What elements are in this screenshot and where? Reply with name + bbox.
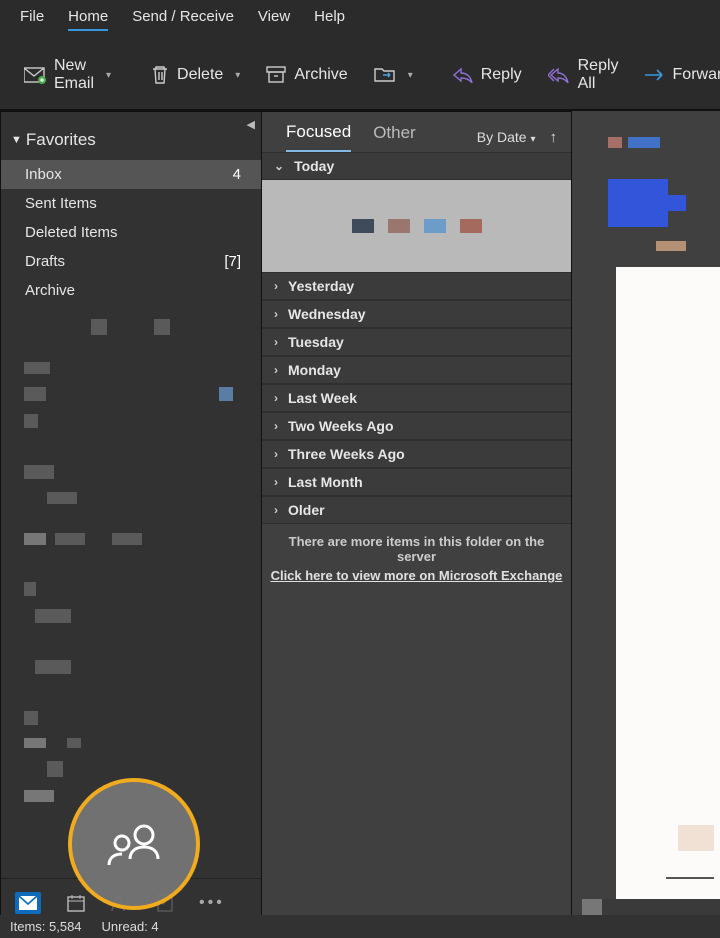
menu-file[interactable]: File: [20, 8, 44, 31]
trash-icon: [151, 65, 169, 85]
menu-view[interactable]: View: [258, 8, 290, 31]
chevron-right-icon: ›: [274, 307, 278, 321]
chevron-right-icon: ›: [274, 363, 278, 377]
favorites-label: Favorites: [26, 130, 96, 150]
folder-drafts[interactable]: Drafts 7: [1, 247, 261, 276]
chevron-down-icon[interactable]: ▾: [408, 70, 413, 81]
reply-all-icon: [548, 67, 570, 83]
message-list-pane: Focused Other By Date ▾ ↑ ⌄ Today › Yeste…: [262, 111, 572, 927]
group-last-month[interactable]: › Last Month: [262, 468, 571, 496]
sort-direction-icon[interactable]: ↑: [550, 129, 558, 146]
tab-focused[interactable]: Focused: [286, 122, 351, 152]
group-older[interactable]: › Older: [262, 496, 571, 524]
archive-icon: [266, 66, 286, 84]
forward-label: Forward: [673, 66, 720, 84]
reply-icon: [453, 67, 473, 83]
folder-deleted-items[interactable]: Deleted Items: [1, 218, 261, 247]
chevron-right-icon: ›: [274, 475, 278, 489]
chevron-right-icon: ›: [274, 419, 278, 433]
folder-sent-items[interactable]: Sent Items: [1, 189, 261, 218]
highlight-people-module: [68, 778, 200, 910]
folder-label: Inbox: [25, 166, 62, 183]
new-email-icon: [24, 66, 46, 84]
group-label: Monday: [288, 362, 341, 378]
reply-all-label: Reply All: [578, 57, 619, 93]
move-button[interactable]: ▾: [364, 60, 423, 90]
reply-all-button[interactable]: Reply All: [538, 51, 629, 99]
sort-by-date[interactable]: By Date ▾: [477, 129, 536, 145]
group-label: Yesterday: [288, 278, 354, 294]
chevron-right-icon: ›: [274, 447, 278, 461]
chevron-right-icon: ›: [274, 391, 278, 405]
group-label: Today: [294, 158, 334, 174]
group-label: Last Week: [288, 390, 357, 406]
status-bar: Items: 5,584 Unread: 4: [0, 915, 720, 938]
folder-label: Sent Items: [25, 195, 97, 212]
collapse-pane-icon[interactable]: ◀: [247, 118, 255, 131]
folder-inbox[interactable]: Inbox 4: [1, 160, 261, 189]
new-email-button[interactable]: New Email ▾: [14, 51, 121, 99]
folder-label: Drafts: [25, 253, 65, 270]
tab-other[interactable]: Other: [373, 123, 416, 151]
group-label: Tuesday: [288, 334, 344, 350]
delete-label: Delete: [177, 66, 223, 84]
chevron-down-icon[interactable]: ▾: [235, 70, 240, 81]
delete-button[interactable]: Delete ▾: [141, 59, 250, 91]
chevron-down-icon: ▼: [11, 134, 22, 146]
more-items-text: There are more items in this folder on t…: [262, 524, 571, 566]
folder-count: 4: [233, 166, 241, 183]
group-today[interactable]: ⌄ Today: [262, 152, 571, 180]
chevron-right-icon: ›: [274, 279, 278, 293]
group-last-week[interactable]: › Last Week: [262, 384, 571, 412]
group-tuesday[interactable]: › Tuesday: [262, 328, 571, 356]
menu-home[interactable]: Home: [68, 8, 108, 31]
group-label: Two Weeks Ago: [288, 418, 394, 434]
folder-archive[interactable]: Archive: [1, 276, 261, 305]
group-label: Wednesday: [288, 306, 366, 322]
new-email-label: New Email: [54, 57, 94, 93]
menu-help[interactable]: Help: [314, 8, 345, 31]
group-monday[interactable]: › Monday: [262, 356, 571, 384]
archive-label: Archive: [294, 66, 347, 84]
status-items: Items: 5,584: [10, 919, 82, 934]
chevron-down-icon: ⌄: [274, 159, 284, 173]
folder-label: Deleted Items: [25, 224, 118, 241]
chevron-down-icon: ▾: [530, 134, 535, 145]
reply-button[interactable]: Reply: [443, 60, 532, 90]
folder-list: Inbox 4 Sent Items Deleted Items Drafts 7 Arch…: [1, 160, 261, 305]
menu-send-receive[interactable]: Send / Receive: [132, 8, 234, 31]
group-three-weeks-ago[interactable]: › Three Weeks Ago: [262, 440, 571, 468]
status-unread: Unread: 4: [102, 919, 159, 934]
ribbon-toolbar: New Email ▾ Delete ▾ Archive ▾ Reply Rep…: [0, 41, 720, 111]
group-two-weeks-ago[interactable]: › Two Weeks Ago: [262, 412, 571, 440]
chevron-down-icon[interactable]: ▾: [106, 70, 111, 81]
calendar-module-icon[interactable]: [67, 894, 85, 912]
group-label: Last Month: [288, 474, 363, 490]
reply-label: Reply: [481, 66, 522, 84]
group-label: Older: [288, 502, 325, 518]
forward-icon: [645, 68, 665, 82]
more-modules-icon[interactable]: •••: [199, 894, 225, 912]
view-more-link[interactable]: Click here to view more on Microsoft Exc…: [262, 566, 571, 591]
folder-label: Archive: [25, 282, 75, 299]
chevron-right-icon: ›: [274, 335, 278, 349]
group-label: Three Weeks Ago: [288, 446, 405, 462]
archive-button[interactable]: Archive: [256, 60, 357, 90]
group-yesterday[interactable]: › Yesterday: [262, 272, 571, 300]
forward-button[interactable]: Forward: [635, 60, 720, 90]
folder-move-icon: [374, 66, 396, 84]
today-message-preview[interactable]: [262, 180, 571, 272]
reading-header-redacted: [608, 135, 688, 251]
group-wednesday[interactable]: › Wednesday: [262, 300, 571, 328]
mail-module-icon[interactable]: [15, 892, 41, 914]
chevron-right-icon: ›: [274, 503, 278, 517]
reading-pane: [572, 111, 720, 927]
people-icon: [104, 819, 164, 869]
favorites-header[interactable]: ▼ Favorites: [1, 112, 261, 160]
reading-body: [616, 267, 720, 899]
message-list-header: Focused Other By Date ▾ ↑: [262, 112, 571, 152]
menu-bar: File Home Send / Receive View Help: [0, 0, 720, 41]
folder-count: 7: [224, 253, 241, 270]
